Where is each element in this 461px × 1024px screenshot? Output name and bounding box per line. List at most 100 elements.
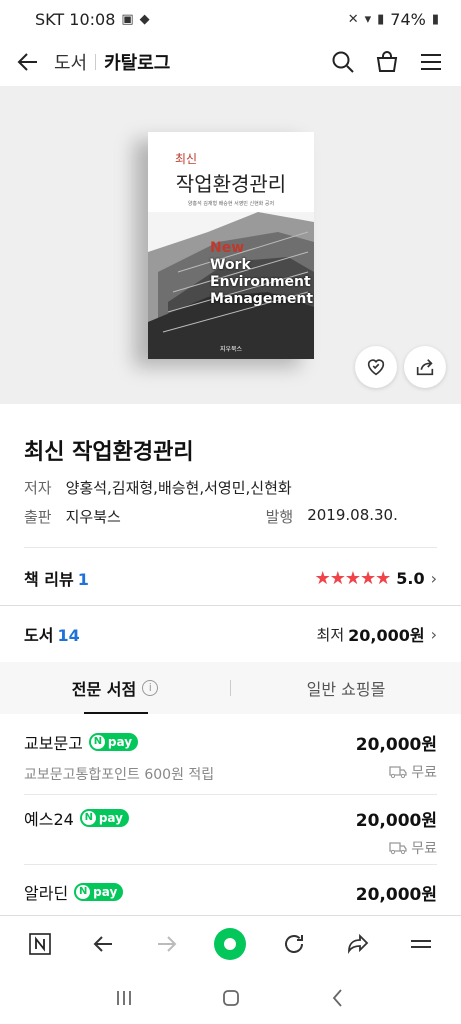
npay-badge: Npay xyxy=(88,733,139,751)
tab-label: 일반 쇼핑몰 xyxy=(306,680,386,699)
home-icon xyxy=(222,989,239,1006)
truck-icon xyxy=(389,766,407,779)
tab-label: 전문 서점 xyxy=(71,680,137,699)
info-icon[interactable]: i xyxy=(142,680,159,696)
store-price: 20,000원 xyxy=(355,885,437,905)
divider xyxy=(0,605,461,606)
battery-level: 74% xyxy=(390,9,426,29)
cover-authors: 양홍석 김재형 배승현 서영민 신현화 공저 xyxy=(187,201,275,207)
shipping-label: 무료 xyxy=(411,841,437,857)
author-label: 저자 xyxy=(24,479,52,497)
android-nav-bar xyxy=(0,971,461,1024)
naver-n-icon: N xyxy=(76,885,91,899)
review-label: 책 리뷰 xyxy=(24,570,74,589)
share-icon xyxy=(416,359,434,376)
tab-general-mall[interactable]: 일반 쇼핑몰 xyxy=(231,662,461,714)
back-button[interactable] xyxy=(12,46,44,78)
lowest-price: 20,000원 xyxy=(348,626,425,645)
store-shipping: 무료 xyxy=(389,838,437,858)
lowest-label: 최저 xyxy=(316,625,345,644)
shipping-label: 무료 xyxy=(411,765,437,781)
store-shipping: 무료 xyxy=(389,762,437,782)
status-time: SKT 10:08 xyxy=(35,9,116,29)
store-name: 교보문고 xyxy=(24,734,83,753)
store-price: 20,000원 xyxy=(355,811,437,831)
shopping-bag-icon xyxy=(376,51,398,72)
lowest-price-row[interactable]: 도서 14 최저 20,000원 › xyxy=(24,620,437,648)
store-name: 알라딘 xyxy=(24,884,69,903)
browser-toolbar xyxy=(0,915,461,971)
npay-badge: Npay xyxy=(79,809,129,827)
browser-back-button[interactable] xyxy=(83,924,123,964)
store-type-tabs: 전문 서점 i 일반 쇼핑몰 xyxy=(0,662,461,714)
refresh-button[interactable] xyxy=(274,924,314,964)
wifi-icon: ▾ xyxy=(364,11,372,27)
author-row: 저자 양홍석,김재형,배승현,서영민,신현화 xyxy=(24,477,292,498)
green-dot-button[interactable] xyxy=(210,924,250,964)
home-button[interactable] xyxy=(211,978,251,1018)
cover-new-label: New xyxy=(210,240,245,256)
naver-n-icon: N xyxy=(81,811,96,825)
signal-icon: ▮ xyxy=(377,11,385,27)
search-button[interactable] xyxy=(325,44,361,80)
book-cover-image[interactable]: 최신 작업환경관리 양홍석 김재형 배승현 서영민 신현화 공저 New Wor… xyxy=(148,132,314,359)
npay-label: pay xyxy=(98,811,123,825)
book-hero: 최신 작업환경관리 양홍석 김재형 배승현 서영민 신현화 공저 New Wor… xyxy=(0,86,461,404)
naver-home-button[interactable] xyxy=(20,924,60,964)
heart-icon xyxy=(367,359,385,376)
divider xyxy=(24,794,437,795)
recent-apps-button[interactable] xyxy=(104,978,144,1018)
cover-title: 작업환경관리 xyxy=(175,172,287,196)
store-points: 교보문고통합포인트 600원 적립 xyxy=(24,767,215,783)
date-value: 2019.08.30. xyxy=(307,506,398,524)
author-value[interactable]: 양홍석,김재형,배승현,서영민,신현화 xyxy=(66,477,292,498)
divider xyxy=(24,547,437,548)
battery-icon: ▮ xyxy=(431,11,439,27)
back-arrow-icon xyxy=(93,935,113,952)
npay-label: pay xyxy=(93,885,118,899)
refresh-icon xyxy=(285,934,304,953)
browser-forward-button[interactable] xyxy=(147,924,187,964)
share-page-button[interactable] xyxy=(338,924,378,964)
review-count: 1 xyxy=(77,570,89,589)
truck-icon xyxy=(389,842,407,855)
publisher-value[interactable]: 지우북스 xyxy=(66,506,186,527)
cover-english-line: Environment xyxy=(210,274,311,290)
cover-english-line: Management xyxy=(210,291,314,307)
menu-icon xyxy=(411,939,432,948)
back-arrow-icon xyxy=(17,53,37,71)
books-label: 도서 xyxy=(24,626,54,645)
menu-button[interactable] xyxy=(413,44,449,80)
book-title: 최신 작업환경관리 xyxy=(24,440,194,465)
nav-separator xyxy=(95,54,97,70)
page-title: 카탈로그 xyxy=(104,53,171,74)
nav-category[interactable]: 도서 xyxy=(54,49,87,75)
chevron-right-icon: › xyxy=(430,568,437,588)
publisher-label: 출판 xyxy=(24,508,52,526)
store-row-yes24[interactable]: 예스24 Npay 20,000원 무료 xyxy=(24,806,437,858)
status-bar: SKT 10:08 ▣ ◆ ✕ ▾ ▮ 74% ▮ xyxy=(0,0,461,38)
tab-specialty-bookstore[interactable]: 전문 서점 i xyxy=(0,662,230,714)
store-row-aladin[interactable]: 알라딘 Npay 20,000원 무료 xyxy=(24,880,437,915)
naver-n-icon: N xyxy=(90,735,105,749)
cart-button[interactable] xyxy=(369,44,405,80)
review-row[interactable]: 책 리뷰 1 ★★★★★ 5.0 › xyxy=(24,564,437,592)
system-back-button[interactable] xyxy=(318,978,358,1018)
wishlist-button[interactable] xyxy=(355,346,397,388)
publisher-row: 출판 지우북스 발행 2019.08.30. xyxy=(24,506,398,527)
search-icon xyxy=(332,51,354,73)
chevron-left-icon xyxy=(332,988,342,1007)
gallery-notification-icon: ▣ xyxy=(121,11,134,27)
forward-arrow-icon xyxy=(157,935,177,952)
books-count: 14 xyxy=(57,626,80,645)
store-name: 예스24 xyxy=(24,810,74,829)
naver-logo-icon xyxy=(28,932,51,955)
store-row-kyobo[interactable]: 교보문고 Npay 20,000원 교보문고통합포인트 600원 적립 무료 xyxy=(24,730,437,783)
browser-menu-button[interactable] xyxy=(401,924,441,964)
menu-icon xyxy=(421,54,441,70)
cover-english-line: Work xyxy=(210,257,251,273)
npay-badge: Npay xyxy=(74,883,124,901)
date-label: 발행 xyxy=(265,508,294,526)
green-dot-icon xyxy=(214,927,247,960)
share-button[interactable] xyxy=(404,346,446,388)
